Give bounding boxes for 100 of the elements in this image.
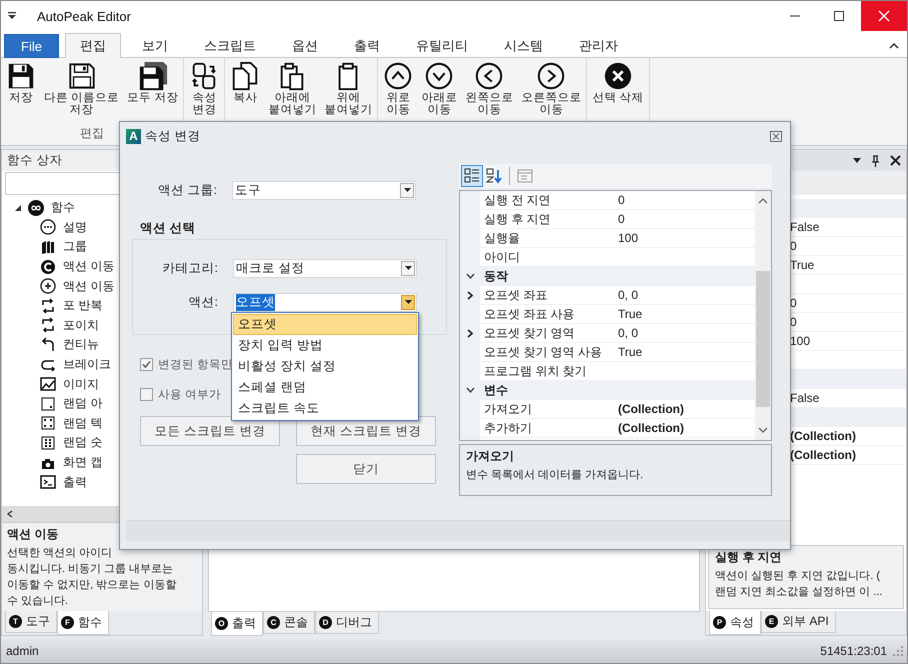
property-row[interactable]: 오프셋 좌표 사용 True — [460, 305, 755, 324]
tree-item[interactable]: 랜덤 텍 — [63, 414, 102, 432]
dropdown-icon[interactable] — [853, 158, 861, 164]
ribbon-tab[interactable]: 유틸리티 — [400, 33, 483, 57]
tree-item[interactable]: 포이치 — [63, 316, 99, 334]
property-row[interactable]: 오프셋 좌표 0, 0 — [460, 286, 755, 305]
quick-access-menu-icon[interactable] — [7, 12, 17, 20]
panel-tab[interactable]: O 출력 — [211, 612, 263, 636]
tree-item[interactable]: 그룹 — [63, 238, 87, 256]
maximize-icon[interactable] — [834, 11, 844, 21]
tree-item[interactable]: 설명 — [63, 218, 87, 236]
panel-tab[interactable]: C 콘솔 — [263, 612, 315, 634]
property-value[interactable]: 0 — [618, 193, 625, 207]
chevron-icon[interactable] — [466, 387, 474, 393]
ribbon-tab[interactable]: 편집 — [64, 33, 121, 58]
dropdown-option[interactable]: 비활성 장치 설정 — [233, 356, 417, 377]
property-row[interactable]: 오프셋 찾기 영역 사용 True — [460, 343, 755, 362]
tree-item[interactable]: 브레이크 — [63, 356, 111, 374]
pin-icon[interactable] — [871, 154, 880, 166]
tree-item[interactable]: 함수 — [51, 199, 75, 216]
ribbon-tab[interactable]: 옵션 — [276, 33, 333, 57]
dropdown-field[interactable]: 도구 — [232, 180, 416, 200]
property-value[interactable]: 0 — [618, 212, 625, 226]
property-row[interactable]: 실행율 100 — [460, 229, 755, 248]
panel-tab[interactable]: F 함수 — [57, 611, 109, 635]
property-value[interactable]: True — [618, 307, 642, 321]
ribbon-button[interactable]: 다른 이름으로 저장 — [41, 59, 122, 116]
ribbon-button[interactable]: 아래로 이동 — [418, 59, 460, 116]
sort-icon[interactable] — [484, 166, 504, 186]
property-row[interactable]: 추가하기 (Collection) — [460, 419, 755, 438]
property-name[interactable]: 오프셋 찾기 영역 사용 — [480, 344, 614, 360]
property-name[interactable]: 프로그램 위치 찾기 — [480, 362, 614, 380]
dropdown-option[interactable]: 오프셋 — [233, 314, 417, 335]
close-button[interactable] — [861, 1, 907, 31]
property-name[interactable]: 추가하기 — [480, 420, 614, 436]
property-name[interactable]: 오프셋 좌표 사용 — [480, 306, 614, 322]
property-row[interactable]: 오프셋 찾기 영역 0, 0 — [460, 324, 755, 343]
property-value[interactable]: 0, 0 — [618, 326, 638, 340]
property-name[interactable]: 오프셋 좌표 — [480, 286, 614, 304]
property-name[interactable]: 실행 전 지연 — [480, 192, 614, 208]
tree-item[interactable]: 컨티뉴 — [63, 336, 99, 354]
minimize-icon[interactable] — [790, 15, 800, 17]
property-name[interactable]: 가져오기 — [480, 400, 614, 418]
property-name[interactable]: 실행 후 지연 — [480, 210, 614, 228]
tree-item[interactable]: 화면 캡 — [63, 454, 102, 472]
close-icon[interactable] — [890, 155, 901, 166]
tree-item[interactable]: 랜덤 숫 — [63, 434, 102, 452]
chevron-icon[interactable] — [467, 328, 473, 338]
ribbon-tab[interactable]: 스크립트 — [188, 33, 271, 57]
chevron-icon[interactable] — [467, 290, 473, 300]
checkbox[interactable] — [140, 358, 153, 371]
ribbon-button[interactable]: 저장 — [3, 59, 39, 116]
tree-item[interactable]: 액션 이동 — [63, 258, 114, 276]
property-value[interactable]: 0, 0 — [618, 288, 638, 302]
property-row[interactable]: 실행 후 지연 0 — [460, 210, 755, 229]
tree-item[interactable]: 랜덤 아 — [63, 395, 102, 412]
ribbon-button[interactable]: 위로 이동 — [380, 59, 416, 116]
dropdown-option[interactable]: 스크립트 속도 — [233, 398, 417, 419]
tree-item[interactable]: 액션 이동 — [63, 278, 114, 295]
tree-item[interactable]: 포 반복 — [63, 297, 102, 314]
property-value[interactable]: 100 — [618, 231, 638, 245]
categorized-view-icon[interactable] — [462, 166, 482, 186]
ribbon-tab[interactable]: 출력 — [338, 33, 395, 57]
file-tab[interactable]: File — [4, 34, 59, 58]
property-name[interactable]: 아이디 — [480, 248, 614, 266]
checkbox[interactable] — [140, 388, 153, 401]
property-value[interactable]: (Collection) — [618, 402, 684, 416]
property-row[interactable]: 가져오기 (Collection) — [460, 400, 755, 419]
dropdown-field[interactable]: 오프셋 — [233, 292, 417, 312]
dialog-button[interactable]: 닫기 — [296, 454, 436, 484]
ribbon-tab[interactable]: 관리자 — [564, 33, 633, 57]
ribbon-button[interactable]: 모두 저장 — [124, 59, 182, 116]
property-value[interactable]: (Collection) — [618, 421, 684, 435]
property-name[interactable]: 오프셋 찾기 영역 — [480, 324, 614, 342]
ribbon-button[interactable]: 위에 붙여넣기 — [321, 59, 376, 116]
property-row[interactable]: 실행 전 지연 0 — [460, 191, 755, 210]
ribbon-tab[interactable]: 시스템 — [488, 33, 558, 57]
chevron-icon[interactable] — [466, 273, 474, 279]
panel-tab[interactable]: E 외부 API — [761, 611, 836, 633]
dialog-button[interactable]: 모든 스크립트 변경 — [140, 416, 280, 446]
dropdown-field[interactable]: 매크로 설정 — [233, 258, 417, 278]
ribbon-button[interactable]: 복사 — [227, 59, 264, 116]
tree-item[interactable]: 출력 — [63, 474, 87, 491]
ribbon-button[interactable]: 속성 변경 — [186, 59, 222, 116]
ribbon-button[interactable]: 오른쪽으로 이동 — [518, 59, 584, 116]
collapse-ribbon-icon[interactable] — [889, 42, 899, 49]
panel-tab[interactable]: T 도구 — [5, 611, 57, 633]
resize-grip-icon[interactable] — [893, 646, 903, 656]
dropdown-option[interactable]: 스페셜 랜덤 — [233, 377, 417, 398]
tree-item[interactable]: 이미지 — [63, 376, 99, 393]
dropdown-option[interactable]: 장치 입력 방법 — [233, 335, 417, 356]
ribbon-tab[interactable]: 보기 — [126, 33, 183, 57]
property-name[interactable]: 실행율 — [480, 230, 614, 246]
panel-tab[interactable]: P 속성 — [709, 611, 761, 635]
ribbon-button[interactable]: 선택 삭제 — [589, 59, 647, 104]
vertical-scrollbar[interactable] — [755, 191, 771, 440]
panel-tab[interactable]: D 디버그 — [315, 612, 379, 634]
expand-arrow-icon[interactable] — [14, 204, 22, 212]
ribbon-button[interactable]: 왼쪽으로 이동 — [462, 59, 516, 116]
property-value[interactable]: True — [618, 345, 642, 359]
